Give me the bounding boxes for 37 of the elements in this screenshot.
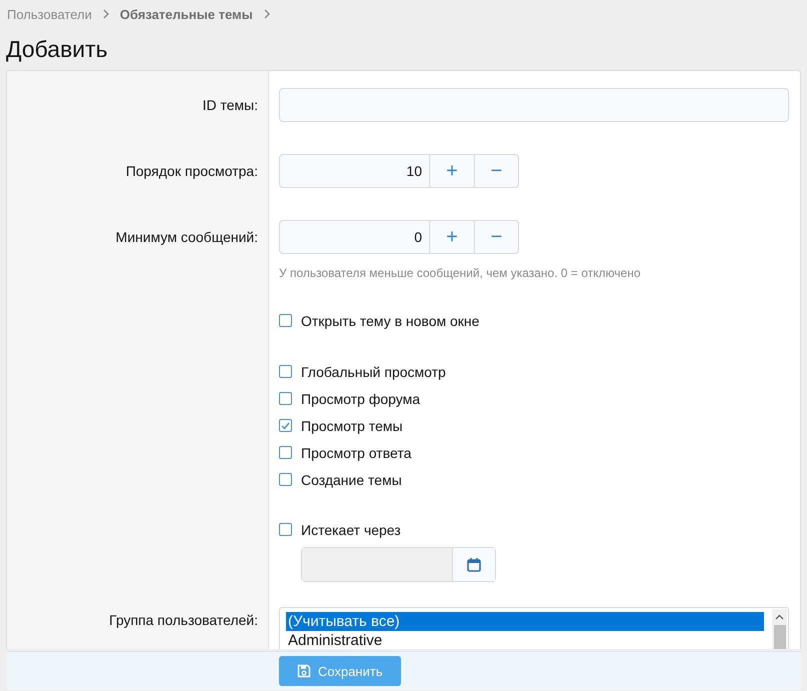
checkbox[interactable] bbox=[279, 473, 292, 486]
checkbox[interactable] bbox=[279, 523, 292, 536]
input-field[interactable] bbox=[279, 88, 789, 122]
page-title: Добавить bbox=[5, 35, 109, 64]
chevron-icon bbox=[262, 9, 271, 19]
scrollbar[interactable] bbox=[772, 609, 787, 649]
checkbox-label[interactable]: Истекает через bbox=[301, 522, 401, 538]
checkbox-label[interactable]: Просмотр форума bbox=[301, 390, 420, 406]
list-option[interactable]: (Учитывать все) bbox=[286, 612, 764, 631]
increment-button[interactable]: + bbox=[430, 221, 474, 253]
checkbox-label[interactable]: Просмотр ответа bbox=[301, 444, 412, 460]
checkbox-label[interactable]: Открыть тему в новом окне bbox=[301, 312, 480, 328]
date-field[interactable] bbox=[301, 547, 496, 582]
breadcrumb-link[interactable]: Обязательные темы bbox=[120, 6, 253, 22]
checkbox-label[interactable]: Глобальный просмотр bbox=[301, 364, 446, 380]
scroll-up-icon[interactable] bbox=[775, 614, 784, 620]
checkbox[interactable] bbox=[279, 314, 292, 327]
calendar-icon[interactable] bbox=[467, 557, 481, 572]
field-label: Порядок просмотра: bbox=[124, 162, 259, 181]
number-field[interactable]: 10 + − bbox=[279, 154, 519, 188]
checkbox-label[interactable]: Просмотр темы bbox=[301, 418, 403, 434]
list-option[interactable]: Administrative bbox=[286, 631, 764, 649]
checkbox[interactable] bbox=[279, 446, 292, 459]
decrement-button[interactable]: − bbox=[474, 221, 518, 253]
increment-button[interactable]: + bbox=[430, 155, 474, 187]
chevron-icon bbox=[102, 9, 110, 19]
checkbox[interactable] bbox=[279, 365, 292, 378]
checkbox-label[interactable]: Создание темы bbox=[301, 472, 402, 488]
field-label: Минимум сообщений: bbox=[114, 228, 259, 247]
number-field[interactable]: 0 + − bbox=[279, 220, 519, 254]
checkbox[interactable] bbox=[279, 392, 292, 405]
hint-text: У пользователя меньше сообщений, чем указано. 0 = отключено bbox=[279, 266, 642, 280]
field-label: ID темы: bbox=[201, 96, 259, 115]
list-box[interactable]: (Учитывать все) Administrative bbox=[279, 607, 789, 649]
decrement-button[interactable]: − bbox=[474, 155, 518, 187]
field-label: Группа пользователей: bbox=[108, 611, 259, 630]
checkbox[interactable] bbox=[279, 419, 292, 432]
